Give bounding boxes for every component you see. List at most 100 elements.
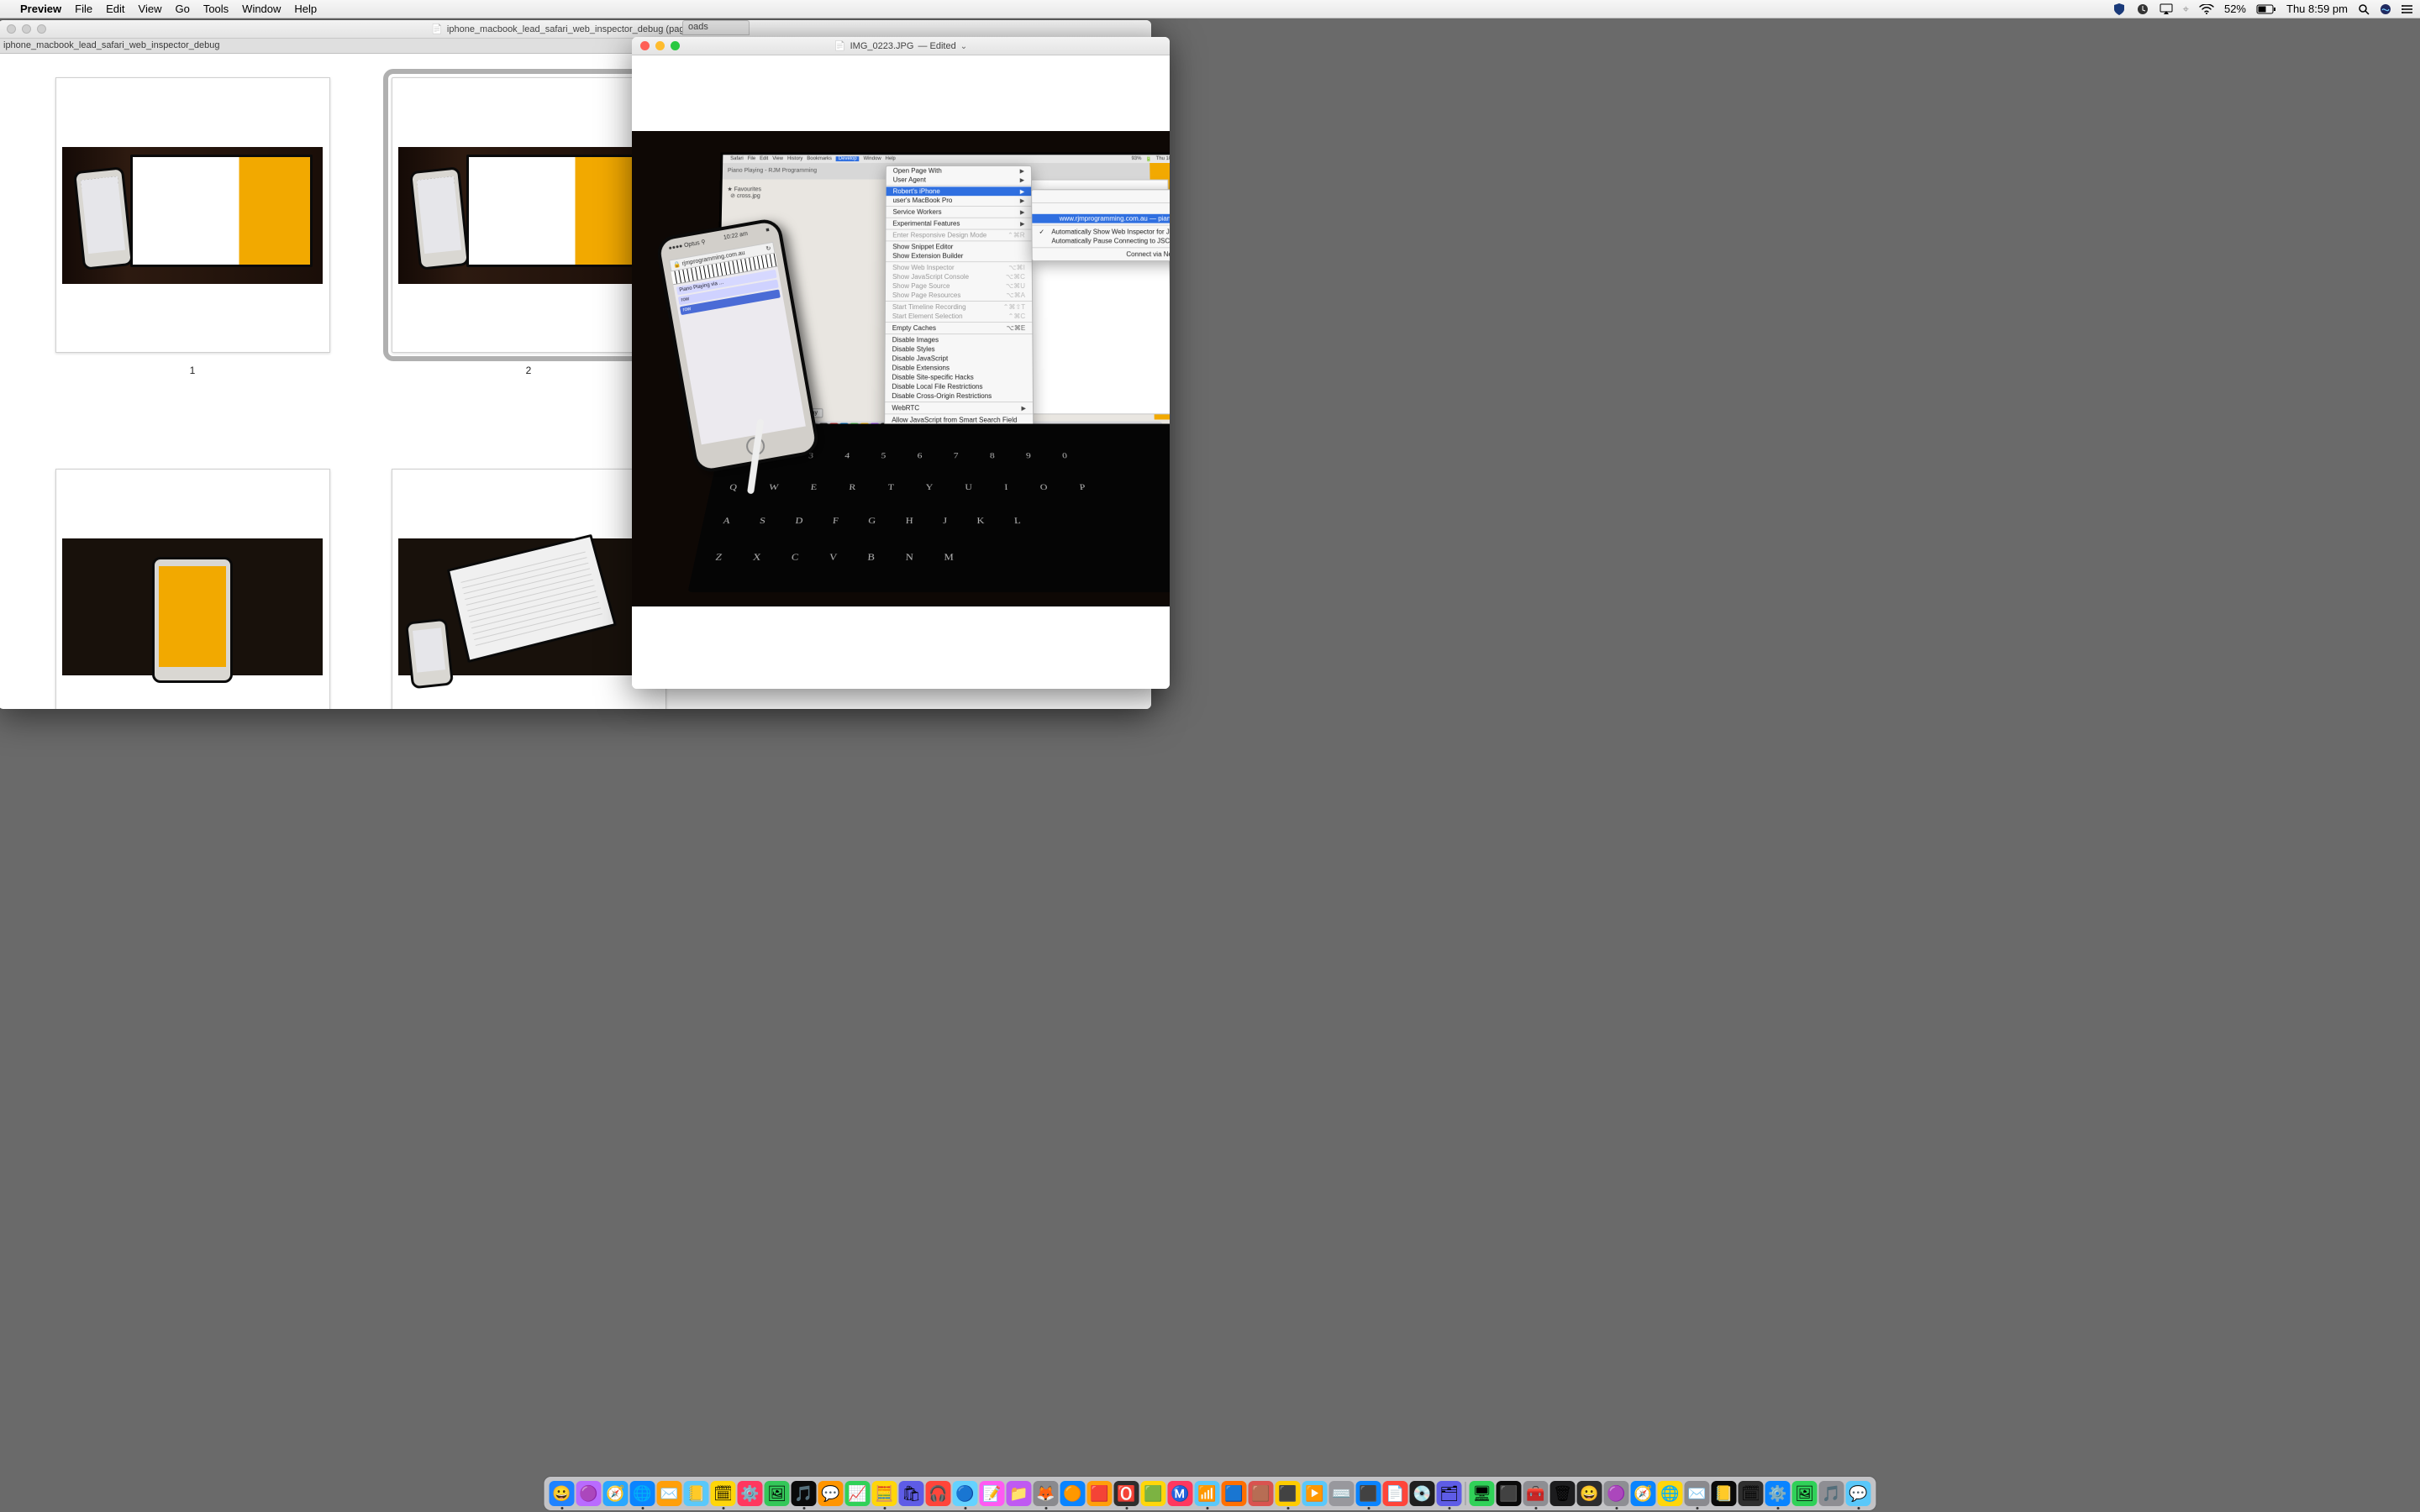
dock-app-icon[interactable]: 📒 <box>684 1481 709 1506</box>
page-cell[interactable]: 1 <box>27 77 358 376</box>
dock-app-icon[interactable]: 🗓 <box>1739 1481 1764 1506</box>
dock-app-icon[interactable]: 🗂 <box>1437 1481 1462 1506</box>
close-button[interactable] <box>640 41 650 50</box>
develop-menu-item: Show Page Resources⌥⌘A <box>886 291 1032 300</box>
dock-app-icon[interactable]: 🟩 <box>1141 1481 1166 1506</box>
close-button[interactable] <box>7 24 16 34</box>
window-title: iphone_macbook_lead_safari_web_inspector… <box>447 24 718 34</box>
airplay-icon[interactable] <box>2160 3 2173 15</box>
menu-view[interactable]: View <box>139 3 162 15</box>
develop-menu-item: Open Page With <box>886 166 1031 176</box>
battery-icon[interactable] <box>2256 4 2276 14</box>
safari-develop-menu: Open Page WithUser AgentRobert's iPhoneu… <box>884 165 1034 466</box>
app-name[interactable]: Preview <box>20 3 61 15</box>
dock-app-icon[interactable]: ⬛️ <box>1497 1481 1522 1506</box>
spotlight-icon[interactable] <box>2358 3 2370 15</box>
dock-app-icon[interactable]: 🖼 <box>765 1481 790 1506</box>
title-dropdown-icon[interactable] <box>960 41 967 51</box>
dock-app-icon[interactable]: 🧰 <box>1523 1481 1549 1506</box>
background-window-tab[interactable]: oads <box>682 20 750 35</box>
develop-menu-item: Experimental Features <box>886 219 1032 228</box>
minimize-button[interactable] <box>655 41 665 50</box>
dock-app-icon[interactable]: 🦊 <box>1034 1481 1059 1506</box>
dock-app-icon[interactable]: 💬 <box>818 1481 844 1506</box>
page-cell[interactable] <box>27 469 358 709</box>
develop-menu-item: Disable Local File Restrictions <box>886 382 1034 391</box>
dock-app-icon[interactable]: Ⓜ️ <box>1168 1481 1193 1506</box>
menu-tools[interactable]: Tools <box>203 3 229 15</box>
dock-app-icon[interactable]: 🟫 <box>1249 1481 1274 1506</box>
dock-app-icon[interactable]: 💬 <box>1846 1481 1871 1506</box>
wifi-icon[interactable] <box>2199 4 2214 14</box>
develop-menu-item: User Agent <box>886 176 1031 185</box>
develop-menu-item: Show Extension Builder <box>886 251 1033 260</box>
siri-icon[interactable] <box>2380 3 2391 15</box>
dock-app-icon[interactable]: 🗑 <box>1550 1481 1576 1506</box>
dock-app-icon[interactable]: 🖼 <box>1792 1481 1818 1506</box>
dock-app-icon[interactable]: 💿 <box>1410 1481 1435 1506</box>
page-thumbnail[interactable] <box>392 469 666 709</box>
dock-app-icon[interactable]: ⚙️ <box>738 1481 763 1506</box>
dock-app-icon[interactable]: 🎧 <box>926 1481 951 1506</box>
bluetooth-icon[interactable]: ⌖ <box>2183 3 2189 16</box>
page-thumbnail-selected[interactable] <box>392 77 666 353</box>
dock-app-icon[interactable]: ⬛️ <box>1276 1481 1301 1506</box>
dock-app-icon[interactable]: 🟣 <box>1604 1481 1629 1506</box>
page-number: 2 <box>526 365 532 376</box>
page-thumbnail[interactable] <box>55 469 330 709</box>
minimize-button[interactable] <box>22 24 31 34</box>
avast-icon[interactable] <box>2136 3 2149 16</box>
develop-menu-item: Show Web Inspector⌥⌘I <box>886 263 1033 272</box>
dock-app-icon[interactable]: 🌐 <box>1658 1481 1683 1506</box>
edited-suffix: — Edited <box>918 41 955 51</box>
dock-app-icon[interactable]: 🧮 <box>872 1481 897 1506</box>
malwarebytes-icon[interactable] <box>2112 3 2126 16</box>
develop-menu-item: Show JavaScript Console⌥⌘C <box>886 272 1032 281</box>
dock-app-icon[interactable]: 🛍 <box>899 1481 924 1506</box>
dock-app-icon[interactable]: 🅾️ <box>1114 1481 1139 1506</box>
dock-app-icon[interactable]: 📁 <box>1007 1481 1032 1506</box>
dock-app-icon[interactable]: 🔵 <box>953 1481 978 1506</box>
dock-app-icon[interactable]: 📄 <box>1383 1481 1408 1506</box>
dock-app-icon[interactable]: 🟠 <box>1060 1481 1086 1506</box>
zoom-button[interactable] <box>671 41 680 50</box>
dock-app-icon[interactable]: 📝 <box>980 1481 1005 1506</box>
menu-edit[interactable]: Edit <box>106 3 124 15</box>
dock-app-icon[interactable]: 🖥 <box>1470 1481 1495 1506</box>
titlebar[interactable]: iphone_macbook_lead_safari_web_inspector… <box>0 20 1151 39</box>
document-icon <box>431 24 443 34</box>
dock-app-icon[interactable]: 🧭 <box>1631 1481 1656 1506</box>
dock-app-icon[interactable]: 📈 <box>845 1481 871 1506</box>
zoom-button[interactable] <box>37 24 46 34</box>
dock-app-icon[interactable]: 😀 <box>550 1481 575 1506</box>
develop-submenu: lhost Safari www.rjmprogramming.com.au —… <box>1031 189 1170 261</box>
notification-center-icon[interactable] <box>2402 4 2413 14</box>
dock-app-icon[interactable]: 😀 <box>1577 1481 1602 1506</box>
dock-app-icon[interactable]: 🟦 <box>1222 1481 1247 1506</box>
dock-app-icon[interactable]: 📶 <box>1195 1481 1220 1506</box>
dock-app-icon[interactable]: 🟣 <box>576 1481 602 1506</box>
dock-app-icon[interactable]: ✉️ <box>1685 1481 1710 1506</box>
menu-window[interactable]: Window <box>242 3 281 15</box>
menu-go[interactable]: Go <box>175 3 189 15</box>
photo-content: Safari File Edit View History Bookmarks … <box>632 131 1170 606</box>
macos-dock[interactable]: 😀🟣🧭🌐✉️📒🗓⚙️🖼🎵💬📈🧮🛍🎧🔵📝📁🦊🟠🟥🅾️🟩Ⓜ️📶🟦🟫⬛️▶️⌨️⬛️📄… <box>544 1477 1876 1510</box>
dock-app-icon[interactable]: 🎵 <box>792 1481 817 1506</box>
dock-app-icon[interactable]: 🌐 <box>630 1481 655 1506</box>
dock-app-icon[interactable]: 🧭 <box>603 1481 629 1506</box>
dock-app-icon[interactable]: ✉️ <box>657 1481 682 1506</box>
develop-menu-item: Enter Responsive Design Mode⌃⌘R <box>886 230 1032 239</box>
menu-file[interactable]: File <box>75 3 92 15</box>
dock-app-icon[interactable]: 🎵 <box>1819 1481 1844 1506</box>
dock-app-icon[interactable]: ▶️ <box>1302 1481 1328 1506</box>
page-thumbnail[interactable] <box>55 77 330 353</box>
dock-app-icon[interactable]: ⚙️ <box>1765 1481 1791 1506</box>
menubar-clock[interactable]: Thu 8:59 pm <box>2286 3 2348 15</box>
dock-app-icon[interactable]: ⌨️ <box>1329 1481 1355 1506</box>
dock-app-icon[interactable]: 📒 <box>1712 1481 1737 1506</box>
dock-app-icon[interactable]: 🗓 <box>711 1481 736 1506</box>
titlebar[interactable]: IMG_0223.JPG — Edited <box>632 37 1170 55</box>
dock-app-icon[interactable]: 🟥 <box>1087 1481 1113 1506</box>
menu-help[interactable]: Help <box>294 3 317 15</box>
dock-app-icon[interactable]: ⬛️ <box>1356 1481 1381 1506</box>
